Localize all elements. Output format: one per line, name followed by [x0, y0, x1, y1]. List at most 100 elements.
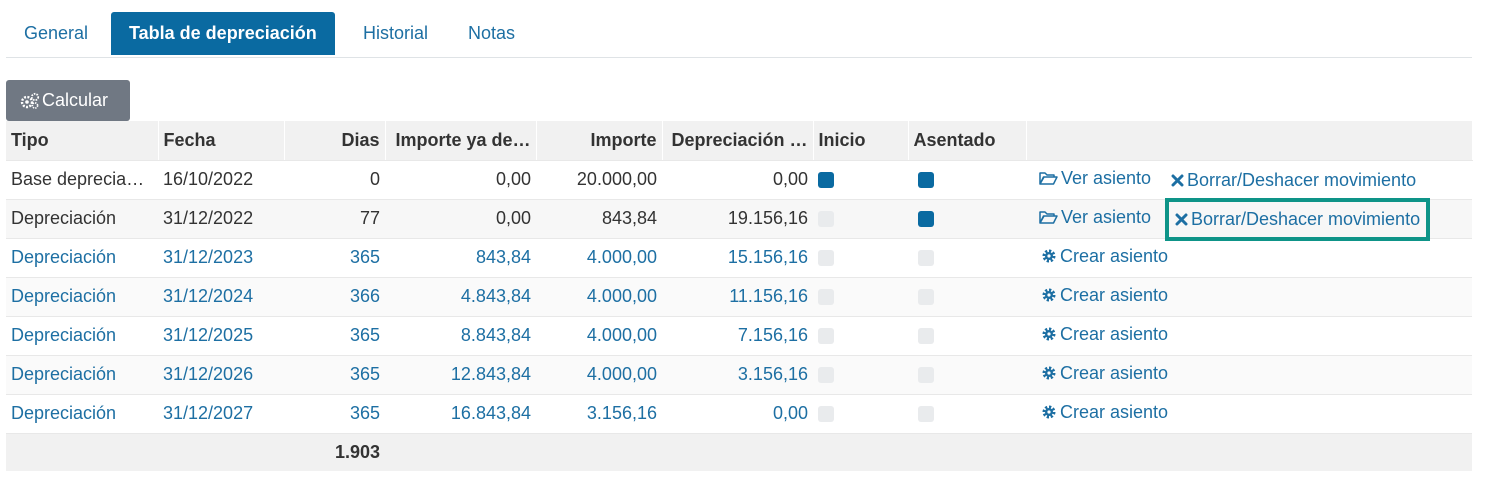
col-inicio[interactable]: Inicio [813, 121, 909, 161]
create-entry-label: Crear asiento [1060, 284, 1169, 305]
gear-icon [1042, 249, 1056, 263]
gear-icon [1042, 405, 1056, 419]
cell-importe-ya: 843,84 [385, 238, 536, 278]
create-entry-link[interactable]: Crear asiento [1041, 402, 1168, 423]
cell-tipo[interactable]: Depreciación [6, 355, 158, 395]
gear-icon [1042, 366, 1056, 380]
asentado-checkbox[interactable] [918, 289, 934, 306]
col-tipo[interactable]: Tipo [6, 121, 159, 161]
asentado-checkbox[interactable] [918, 172, 934, 189]
cell-inicio [813, 160, 908, 200]
inicio-checkbox[interactable] [818, 289, 834, 306]
cell-inicio [813, 277, 908, 317]
cell-importe: 4.000,00 [536, 238, 662, 278]
cell-importe: 20.000,00 [536, 160, 662, 200]
inicio-checkbox[interactable] [818, 250, 834, 267]
delete-movement-label: Borrar/Deshacer movimiento [1187, 169, 1417, 190]
cell-asentado [908, 277, 1026, 317]
cell-tipo[interactable]: Depreciación [6, 238, 158, 278]
gears-icon [20, 92, 40, 109]
inicio-checkbox[interactable] [818, 406, 834, 423]
cell-tipo: Depreciación [6, 199, 158, 239]
delete-movement-label: Borrar/Deshacer movimiento [1191, 208, 1421, 229]
cell-depreciacion: 11.156,16 [662, 277, 813, 317]
cell-inicio [813, 316, 908, 356]
inicio-checkbox[interactable] [818, 367, 834, 384]
folder-open-icon [1039, 211, 1058, 224]
tab-historial[interactable]: Historial [345, 12, 446, 55]
cell-importe-ya: 16.843,84 [385, 394, 536, 434]
cell-actions: Crear asiento [1026, 277, 1472, 317]
cell-actions: Crear asiento [1026, 355, 1472, 395]
cell-importe-ya: 8.843,84 [385, 316, 536, 356]
cell-actions: Crear asiento [1026, 238, 1472, 278]
cell-importe: 843,84 [536, 199, 662, 239]
cell-fecha[interactable]: 31/12/2026 [158, 355, 284, 395]
tab-notas[interactable]: Notas [450, 12, 533, 55]
table-header-row: Tipo Fecha Dias Importe ya de… Importe D… [6, 121, 1473, 161]
asentado-checkbox[interactable] [918, 328, 934, 345]
asentado-checkbox[interactable] [918, 211, 934, 228]
depreciation-table: Tipo Fecha Dias Importe ya de… Importe D… [6, 121, 1473, 471]
view-entry-label: Ver asiento [1061, 207, 1152, 227]
table-row: Base depreciación…16/10/202200,0020.000,… [6, 160, 1472, 200]
cell-importe-ya: 4.843,84 [385, 277, 536, 317]
cell-fecha: 31/12/2022 [158, 199, 284, 239]
cell-depreciacion: 7.156,16 [662, 316, 813, 356]
gear-icon [1042, 327, 1056, 341]
create-entry-link[interactable]: Crear asiento [1041, 324, 1168, 345]
table-row: Depreciación 31/12/2026 365 12.843,84 4.000,… [6, 355, 1472, 395]
col-importe[interactable]: Importe [536, 121, 663, 161]
cell-inicio [813, 199, 908, 239]
col-depreciacion[interactable]: Depreciación … [662, 121, 814, 161]
asentado-checkbox[interactable] [918, 367, 934, 384]
inicio-checkbox[interactable] [818, 211, 834, 228]
create-entry-link[interactable]: Crear asiento [1041, 246, 1168, 267]
cell-fecha[interactable]: 31/12/2023 [158, 238, 284, 278]
cell-actions: Crear asiento [1026, 316, 1472, 356]
calculate-button[interactable]: Calcular [6, 80, 130, 121]
col-importe-ya-depreciado[interactable]: Importe ya de… [385, 121, 537, 161]
cell-asentado [908, 160, 1026, 200]
cell-tipo[interactable]: Depreciación [6, 277, 158, 317]
cell-actions: Ver asiento Borrar/Deshacer movimiento [1026, 197, 1472, 241]
inicio-checkbox[interactable] [818, 328, 834, 345]
create-entry-link[interactable]: Crear asiento [1041, 363, 1168, 384]
col-asentado[interactable]: Asentado [908, 121, 1027, 161]
view-entry-link[interactable]: Ver asiento [1039, 168, 1151, 189]
cell-tipo[interactable]: Depreciación [6, 394, 158, 434]
close-icon [1175, 213, 1188, 225]
cell-tipo: Base depreciación… [6, 160, 158, 200]
delete-movement-link[interactable]: Borrar/Deshacer movimiento [1171, 161, 1416, 200]
create-entry-link[interactable]: Crear asiento [1041, 285, 1168, 306]
asentado-checkbox[interactable] [918, 406, 934, 423]
col-dias[interactable]: Dias [284, 121, 386, 161]
create-entry-label: Crear asiento [1060, 245, 1169, 266]
cell-fecha[interactable]: 31/12/2027 [158, 394, 284, 434]
tab-general[interactable]: General [6, 12, 106, 55]
cell-asentado [908, 238, 1026, 278]
view-entry-link[interactable]: Ver asiento [1039, 207, 1151, 228]
cell-actions: Crear asiento [1026, 394, 1472, 434]
inicio-checkbox[interactable] [818, 172, 834, 189]
cell-tipo[interactable]: Depreciación [6, 316, 158, 356]
cell-dias: 365 [284, 394, 385, 434]
tab-tabla-depreciacion[interactable]: Tabla de depreciación [111, 12, 335, 55]
cell-dias: 366 [284, 277, 385, 317]
cell-importe-ya: 12.843,84 [385, 355, 536, 395]
table-row: Depreciación 31/12/2027 365 16.843,84 3.156,… [6, 394, 1472, 434]
cell-importe: 4.000,00 [536, 277, 662, 317]
cell-depreciacion: 0,00 [662, 394, 813, 434]
gear-icon [1042, 288, 1056, 302]
create-entry-label: Crear asiento [1060, 323, 1169, 344]
cell-inicio [813, 394, 908, 434]
cell-fecha[interactable]: 31/12/2024 [158, 277, 284, 317]
cell-importe: 3.156,16 [536, 394, 662, 434]
cell-fecha[interactable]: 31/12/2025 [158, 316, 284, 356]
asentado-checkbox[interactable] [918, 250, 934, 267]
cell-inicio [813, 355, 908, 395]
close-icon [1171, 174, 1184, 186]
delete-movement-link[interactable]: Borrar/Deshacer movimiento [1164, 197, 1431, 241]
cell-importe: 4.000,00 [536, 355, 662, 395]
col-fecha[interactable]: Fecha [158, 121, 285, 161]
